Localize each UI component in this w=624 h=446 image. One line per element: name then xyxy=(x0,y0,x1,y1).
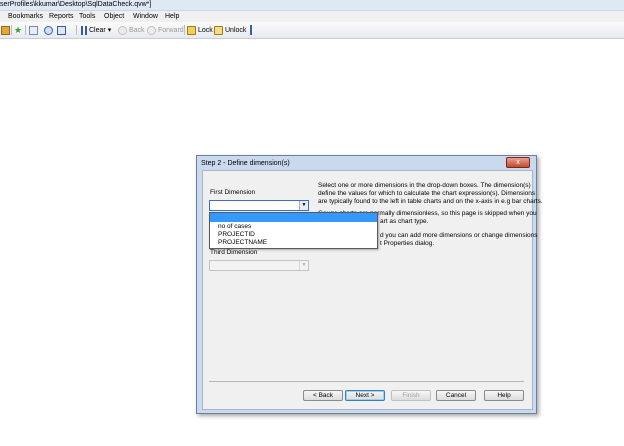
help-button[interactable]: Help xyxy=(484,390,524,401)
dropdown-option-blank[interactable] xyxy=(210,213,377,222)
menu-help[interactable]: Help xyxy=(165,12,179,21)
menu-window[interactable]: Window xyxy=(133,12,158,21)
dropdown-option[interactable]: PROJECTNAME xyxy=(218,239,267,247)
favorite-button[interactable]: ★ xyxy=(14,24,25,36)
forward-arrow-icon xyxy=(147,25,156,35)
edit-button[interactable] xyxy=(29,24,40,36)
clear-icon xyxy=(81,25,87,35)
back-button[interactable]: Back xyxy=(118,24,145,36)
menu-bookmarks[interactable]: Bookmarks xyxy=(8,12,43,21)
menu-tools[interactable]: Tools xyxy=(79,12,95,21)
third-dimension-label: Third Dimension xyxy=(210,249,258,256)
dropdown-option[interactable]: PROJECTID xyxy=(218,231,255,239)
star-icon: ★ xyxy=(14,24,23,35)
first-dimension-label: First Dimension xyxy=(210,189,256,196)
toolbar: ★ Clear ▾ Back Forward Lock Unlock xyxy=(0,22,624,39)
back-label: Back xyxy=(129,26,145,34)
menu-bar: Bookmarks Reports Tools Object Window He… xyxy=(0,11,624,22)
chart-icon xyxy=(1,25,10,35)
help-text-line: t Properties dialog. xyxy=(380,240,435,247)
toolbar-separator xyxy=(25,25,26,35)
lock-button[interactable]: Lock xyxy=(187,24,213,36)
clear-label: Clear xyxy=(89,26,106,34)
help-text-line: art as chart type. xyxy=(380,218,429,225)
chevron-down-icon[interactable]: ▼ xyxy=(299,261,308,270)
first-dimension-dropdown-list: no of cases PROJECTID PROJECTNAME xyxy=(209,212,378,249)
chevron-down-icon: ▾ xyxy=(107,27,112,34)
toolbar-separator xyxy=(11,25,12,35)
clear-button[interactable]: Clear ▾ xyxy=(81,24,111,36)
lock-label: Lock xyxy=(198,26,213,34)
cancel-button[interactable]: Cancel xyxy=(436,390,476,401)
unlock-label: Unlock xyxy=(225,26,247,34)
help-text-line: d you can add more dimensions or change … xyxy=(380,232,538,239)
dialog-divider xyxy=(209,381,524,382)
window-title: serProfiles\kkumar\Desktop\SqlDataCheck.… xyxy=(0,1,152,8)
third-dimension-select[interactable]: ▼ xyxy=(209,260,309,271)
search-button[interactable] xyxy=(44,24,55,36)
menu-object[interactable]: Object xyxy=(104,12,124,21)
unlock-icon xyxy=(214,25,223,35)
toolbar-grip[interactable] xyxy=(250,25,252,35)
search-icon xyxy=(44,25,53,35)
toolbar-separator xyxy=(76,25,77,35)
menu-reports[interactable]: Reports xyxy=(49,12,74,21)
help-pointer-button[interactable] xyxy=(57,24,68,36)
finish-button[interactable]: Finish xyxy=(391,390,431,401)
lock-icon xyxy=(187,25,196,35)
pencil-icon xyxy=(29,25,38,35)
dialog-title: Step 2 - Define dimension(s) xyxy=(201,160,290,167)
help-pointer-icon xyxy=(57,25,66,35)
help-text-line: Select one or more dimensions in the dro… xyxy=(318,182,531,189)
back-button[interactable]: < Back xyxy=(303,390,343,401)
next-button[interactable]: Next > xyxy=(345,390,385,401)
toolbar-separator xyxy=(184,25,185,35)
back-arrow-icon xyxy=(118,25,127,35)
first-dimension-select[interactable]: ▼ xyxy=(209,200,309,211)
unlock-button[interactable]: Unlock xyxy=(214,24,246,36)
close-icon[interactable]: x xyxy=(506,157,530,168)
window-titlebar: serProfiles\kkumar\Desktop\SqlDataCheck.… xyxy=(0,0,624,11)
help-text-line: are typically found to the left in table… xyxy=(318,198,543,205)
dropdown-option[interactable]: no of cases xyxy=(218,223,251,231)
chevron-down-icon[interactable]: ▼ xyxy=(299,201,308,210)
forward-button[interactable]: Forward xyxy=(147,24,184,36)
help-text-line: define the values for which to calculate… xyxy=(318,190,536,197)
forward-label: Forward xyxy=(158,26,184,34)
